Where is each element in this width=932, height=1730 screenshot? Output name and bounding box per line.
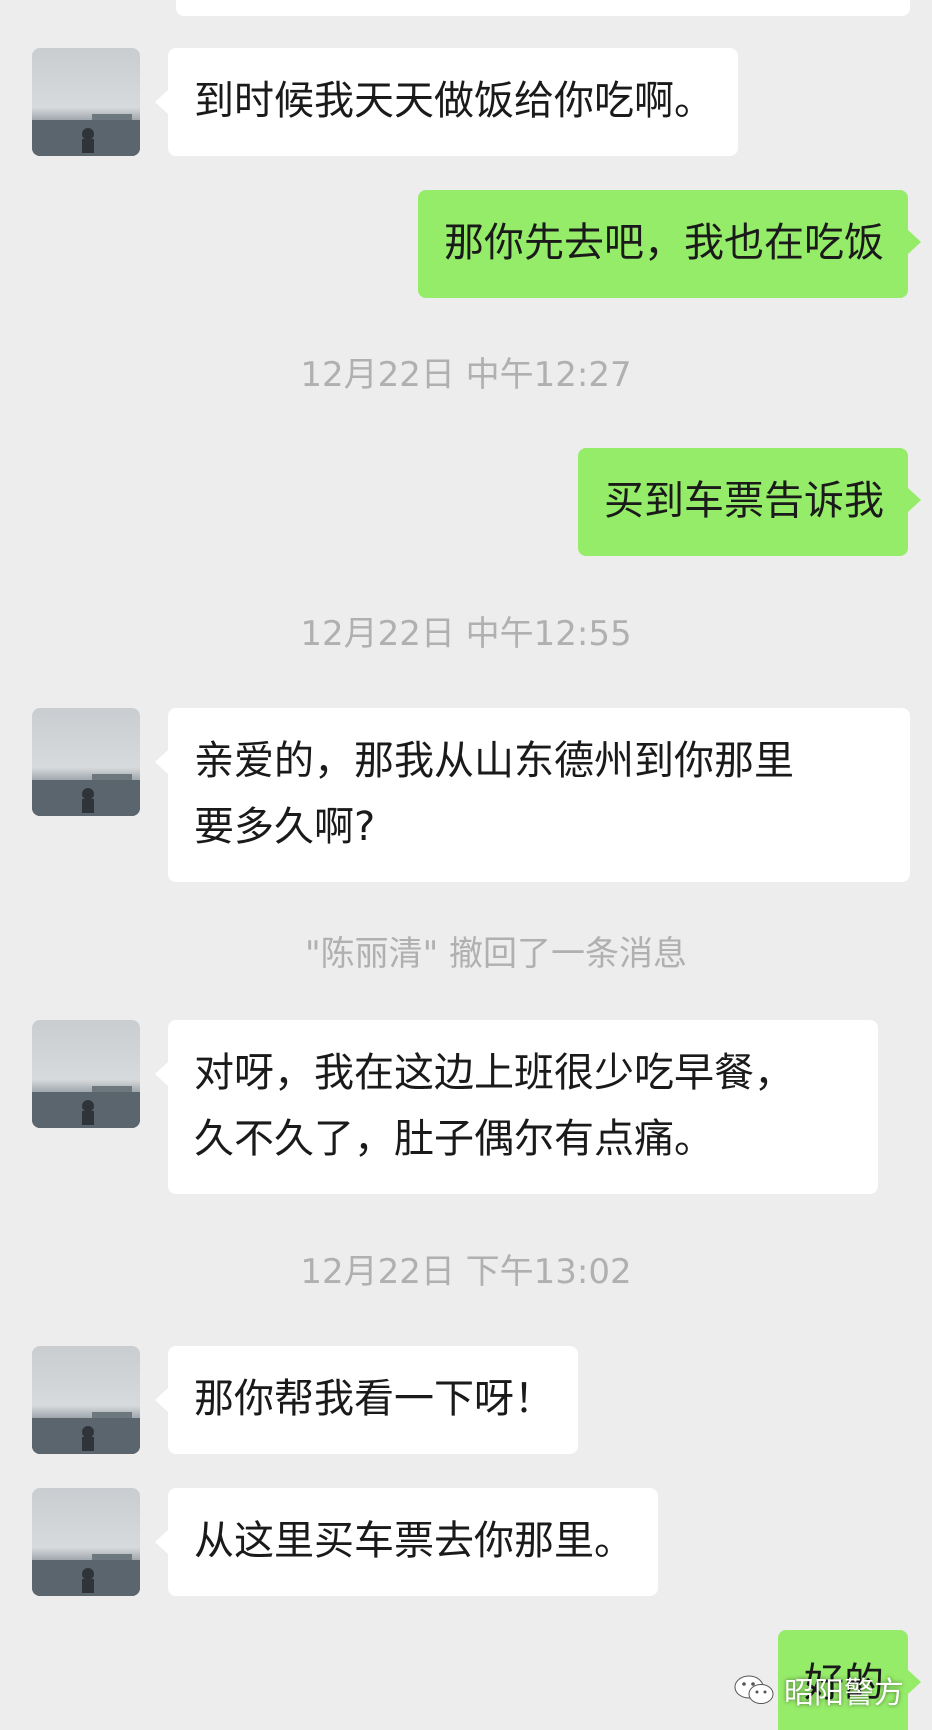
previous-message-bubble[interactable]	[176, 0, 910, 16]
avatar-photo-icon	[32, 1086, 140, 1128]
message-bubble-outgoing[interactable]: 那你先去吧，我也在吃饭	[418, 190, 921, 298]
chat-window[interactable]: 到时候我天天做饭给你吃啊。 那你先去吧，我也在吃饭 12月22日 中午12:27…	[0, 0, 932, 1730]
message-bubble-outgoing[interactable]: 买到车票告诉我	[578, 448, 921, 556]
message-bubble-incoming[interactable]: 那你帮我看一下呀！	[155, 1346, 578, 1454]
contact-avatar[interactable]	[32, 1488, 140, 1596]
timestamp: 12月22日 中午12:55	[300, 614, 632, 654]
timestamp: 12月22日 中午12:27	[300, 355, 632, 395]
recall-notice: "陈丽清" 撤回了一条消息	[304, 934, 688, 974]
contact-avatar[interactable]	[32, 1020, 140, 1128]
wechat-icon	[734, 1675, 774, 1704]
message-bubble-incoming[interactable]: 亲爱的，那我从山东德州到你那里 要多久啊?	[155, 708, 910, 882]
avatar-photo-icon	[32, 1554, 140, 1596]
watermark: 昭阳警方	[734, 1668, 904, 1712]
contact-avatar[interactable]	[32, 48, 140, 156]
contact-avatar[interactable]	[32, 1346, 140, 1454]
contact-avatar[interactable]	[32, 708, 140, 816]
avatar-photo-icon	[32, 1412, 140, 1454]
message-bubble-incoming[interactable]: 从这里买车票去你那里。	[155, 1488, 658, 1596]
timestamp: 12月22日 下午13:02	[300, 1252, 632, 1292]
message-bubble-incoming[interactable]: 对呀，我在这边上班很少吃早餐， 久不久了，肚子偶尔有点痛。	[155, 1020, 878, 1194]
avatar-photo-icon	[32, 774, 140, 816]
watermark-label: 昭阳警方	[784, 1676, 904, 1711]
avatar-photo-icon	[32, 114, 140, 156]
message-bubble-incoming[interactable]: 到时候我天天做饭给你吃啊。	[155, 48, 738, 156]
